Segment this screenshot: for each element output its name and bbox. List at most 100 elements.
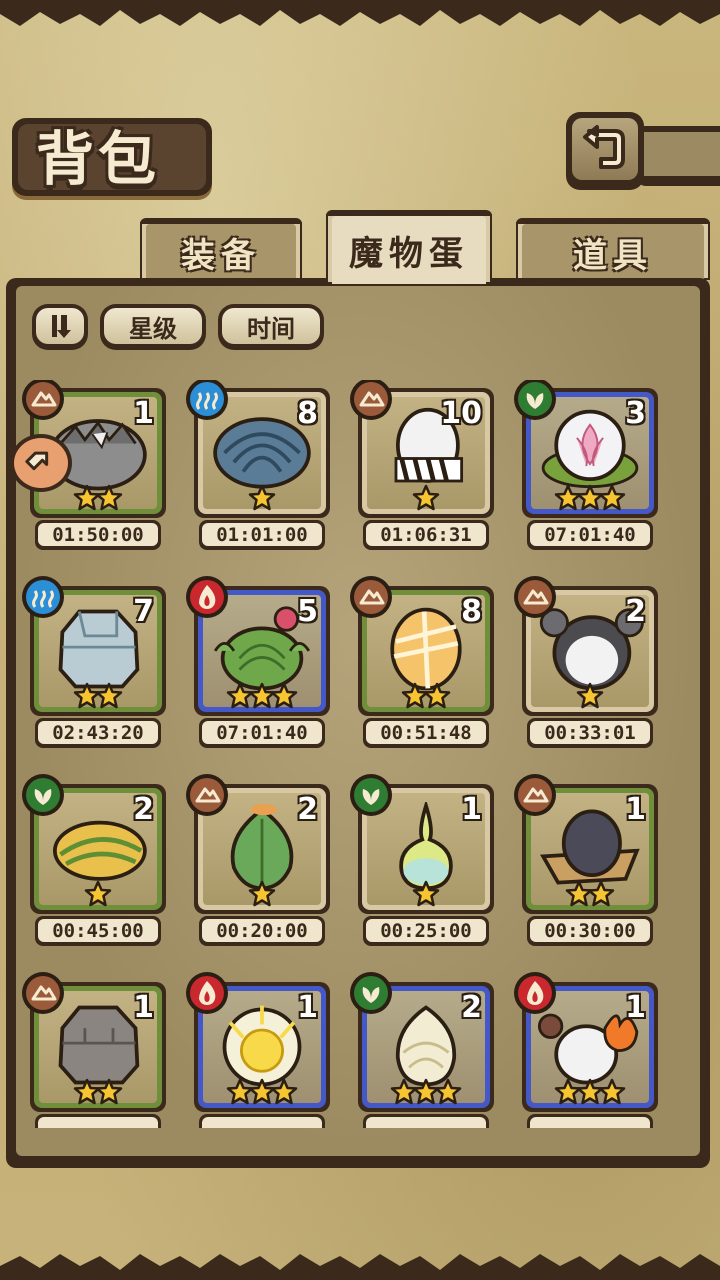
- star-rating: [522, 1078, 658, 1110]
- torn-edge-top: [0, 0, 720, 26]
- hatch-timer-text: 00:51:48: [366, 721, 486, 744]
- hatch-timer-text: [530, 1117, 650, 1128]
- egg-count: 1: [297, 990, 318, 1025]
- star-rating: [358, 484, 494, 516]
- back-button[interactable]: [566, 112, 644, 190]
- star-icon: [270, 1078, 298, 1105]
- earth-element-icon: [350, 576, 392, 618]
- tab-monster-eggs[interactable]: 魔物蛋: [326, 210, 492, 284]
- star-icon: [270, 682, 298, 709]
- star-icon: [587, 880, 615, 907]
- star-icon: [423, 682, 451, 709]
- hatch-timer: 00:25:00: [363, 916, 489, 946]
- star-icon: [412, 484, 440, 511]
- star-icon: [598, 1078, 626, 1105]
- plant-element-icon: [350, 972, 392, 1014]
- star-rating: [30, 1078, 166, 1110]
- star-rating: [30, 880, 166, 912]
- star-rating: [522, 484, 658, 516]
- hatch-timer: [199, 1114, 325, 1128]
- hatch-timer: 01:50:00: [35, 520, 161, 550]
- water-element-icon: [22, 576, 64, 618]
- hatch-timer-text: 01:01:00: [202, 523, 322, 546]
- egg-grid: 1 01:50:00 8 01:01:00 10 01:06:31 3 07:01:40 7 02…: [16, 380, 704, 1128]
- hatch-timer-text: 07:01:40: [202, 721, 322, 744]
- hatch-timer: 00:33:01: [527, 718, 653, 748]
- side-arrow-button[interactable]: [10, 434, 72, 492]
- hatch-timer-text: 07:01:40: [530, 523, 650, 546]
- plant-element-icon: [514, 380, 556, 420]
- hatch-timer: 00:51:48: [363, 718, 489, 748]
- star-icon: [95, 682, 123, 709]
- hatch-timer-text: 01:50:00: [38, 523, 158, 546]
- page-title: 背包: [36, 125, 161, 193]
- egg-count: 2: [133, 792, 154, 827]
- earth-element-icon: [22, 380, 64, 420]
- earth-element-icon: [22, 972, 64, 1014]
- hatch-timer-text: 00:30:00: [530, 919, 650, 942]
- hatch-timer-text: [202, 1117, 322, 1128]
- hatch-timer-text: 00:45:00: [38, 919, 158, 942]
- egg-count: 2: [461, 990, 482, 1025]
- sort-by-star-button[interactable]: 星级: [100, 304, 206, 350]
- star-icon: [248, 880, 276, 907]
- hatch-timer: 07:01:40: [527, 520, 653, 550]
- sort-order-icon: [52, 315, 71, 338]
- plant-element-icon: [350, 774, 392, 816]
- torn-edge-bottom: [0, 1254, 720, 1280]
- hatch-timer: 00:45:00: [35, 916, 161, 946]
- hatch-timer: 00:20:00: [199, 916, 325, 946]
- hatch-timer-text: [38, 1117, 158, 1128]
- hatch-timer: [527, 1114, 653, 1128]
- star-icon: [412, 880, 440, 907]
- hatch-timer: 02:43:20: [35, 718, 161, 748]
- star-icon: [84, 880, 112, 907]
- sort-by-star-label: 星级: [104, 308, 202, 344]
- hatch-timer-text: [366, 1117, 486, 1128]
- hatch-timer-text: 00:20:00: [202, 919, 322, 942]
- star-rating: [194, 484, 330, 516]
- egg-count: 1: [625, 990, 646, 1025]
- egg-count: 2: [297, 792, 318, 827]
- star-icon: [434, 1078, 462, 1105]
- star-rating: [522, 880, 658, 912]
- tab-monster-eggs-label: 魔物蛋: [349, 233, 469, 274]
- egg-count: 1: [133, 990, 154, 1025]
- star-icon: [95, 484, 123, 511]
- plant-element-icon: [22, 774, 64, 816]
- egg-count: 7: [133, 594, 154, 629]
- star-rating: [194, 880, 330, 912]
- star-rating: [522, 682, 658, 714]
- star-icon: [598, 484, 626, 511]
- egg-count: 10: [440, 396, 482, 431]
- sort-by-time-label: 时间: [222, 308, 320, 344]
- tab-items[interactable]: 道具: [516, 218, 710, 280]
- earth-element-icon: [514, 576, 556, 618]
- hatch-timer: 00:30:00: [527, 916, 653, 946]
- star-rating: [358, 682, 494, 714]
- star-rating: [358, 880, 494, 912]
- egg-count: 1: [133, 396, 154, 431]
- side-arrow-icon: [25, 451, 49, 471]
- star-rating: [194, 682, 330, 714]
- egg-count: 8: [297, 396, 318, 431]
- hatch-timer: 01:01:00: [199, 520, 325, 550]
- sort-order-button[interactable]: [32, 304, 88, 350]
- tab-equipment[interactable]: 装备: [140, 218, 302, 280]
- star-icon: [248, 484, 276, 511]
- back-button-rail: [636, 126, 720, 186]
- hatch-timer-text: 00:25:00: [366, 919, 486, 942]
- sort-by-time-button[interactable]: 时间: [218, 304, 324, 350]
- tab-equipment-label: 装备: [181, 235, 261, 276]
- egg-count: 3: [625, 396, 646, 431]
- star-rating: [30, 682, 166, 714]
- hatch-timer: [363, 1114, 489, 1128]
- hatch-timer-text: 00:33:01: [530, 721, 650, 744]
- back-arrow-icon: [583, 125, 625, 169]
- fire-element-icon: [514, 972, 556, 1014]
- earth-element-icon: [514, 774, 556, 816]
- water-element-icon: [186, 380, 228, 420]
- egg-count: 2: [625, 594, 646, 629]
- star-rating: [358, 1078, 494, 1110]
- egg-count: 1: [625, 792, 646, 827]
